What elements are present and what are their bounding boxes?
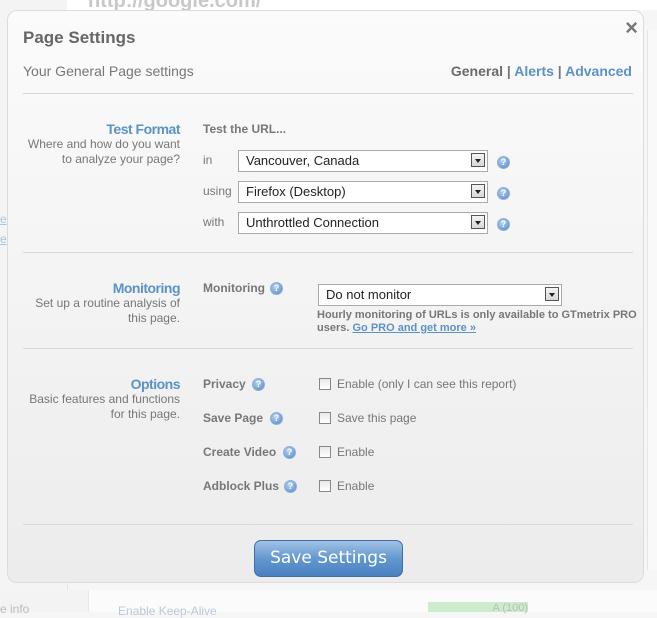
help-icon[interactable]: ? [497, 187, 510, 200]
monitoring-header: Monitoring Set up a routine analysis of … [20, 280, 180, 326]
chevron-down-icon[interactable] [545, 287, 559, 301]
help-icon[interactable]: ? [252, 378, 265, 391]
create-video-label: Create Video [203, 445, 277, 459]
monitoring-select[interactable]: Do not monitor [318, 284, 562, 306]
help-icon[interactable]: ? [497, 156, 510, 169]
modal-title: Page Settings [23, 28, 136, 47]
tab-advanced[interactable]: Advanced [565, 63, 632, 79]
connection-value: Unthrottled Connection [246, 215, 379, 230]
options-desc: Basic features and functions for this pa… [29, 392, 180, 421]
adblock-checkbox-label[interactable]: Enable [337, 479, 374, 493]
go-pro-link[interactable]: Go PRO and get more » [352, 322, 475, 334]
monitoring-label: Monitoring [203, 281, 265, 295]
options-title: Options [130, 376, 181, 392]
monitoring-value: Do not monitor [326, 287, 412, 302]
background-link: e [0, 232, 7, 246]
monitoring-desc: Set up a routine analysis of this page. [35, 296, 180, 325]
background-link: e [0, 212, 7, 226]
tab-separator: | [557, 63, 562, 79]
background-results-table: e info Enable Keep-Alive A (100) [0, 590, 657, 618]
privacy-checkbox-label[interactable]: Enable (only I can see this report) [337, 377, 516, 391]
page-settings-modal: × Page Settings Your General Page settin… [7, 10, 644, 583]
location-select[interactable]: Vancouver, Canada [238, 150, 488, 172]
chevron-down-icon[interactable] [471, 215, 485, 229]
tab-separator: | [506, 63, 511, 79]
background-grade: A (100) [428, 602, 528, 614]
chevron-down-icon[interactable] [471, 153, 485, 167]
help-icon[interactable]: ? [270, 282, 283, 295]
monitoring-title: Monitoring [112, 280, 181, 296]
save-page-checkbox-label[interactable]: Save this page [337, 411, 416, 425]
location-label: in [203, 153, 213, 167]
divider [23, 524, 633, 525]
background-info-text: e info [0, 602, 30, 616]
help-icon[interactable]: ? [497, 218, 510, 231]
save-page-checkbox[interactable] [319, 412, 331, 424]
save-page-label: Save Page [203, 411, 264, 425]
help-icon[interactable]: ? [283, 446, 296, 459]
divider [23, 348, 633, 349]
help-icon[interactable]: ? [270, 412, 283, 425]
close-icon[interactable]: × [625, 17, 638, 39]
privacy-label: Privacy [203, 377, 246, 391]
browser-label: using [203, 184, 232, 198]
divider [23, 252, 633, 253]
test-format-title: Test Format [106, 121, 180, 137]
browser-value: Firefox (Desktop) [246, 184, 346, 199]
privacy-checkbox[interactable] [319, 378, 331, 390]
modal-subtitle: Your General Page settings [23, 63, 194, 79]
background-right-column [647, 30, 657, 570]
save-settings-button[interactable]: Save Settings [254, 540, 403, 577]
chevron-down-icon[interactable] [471, 184, 485, 198]
create-video-checkbox-label[interactable]: Enable [337, 445, 374, 459]
connection-label: with [203, 215, 225, 229]
browser-select[interactable]: Firefox (Desktop) [238, 181, 488, 203]
location-value: Vancouver, Canada [246, 153, 360, 168]
adblock-checkbox[interactable] [319, 480, 331, 492]
monitoring-note: Hourly monitoring of URLs is only availa… [317, 309, 637, 335]
tab-general[interactable]: General [451, 63, 503, 79]
help-icon[interactable]: ? [284, 480, 297, 493]
settings-tabs: General | Alerts | Advanced [451, 63, 632, 79]
options-header: Options Basic features and functions for… [20, 376, 180, 422]
test-format-header: Test Format Where and how do you want to… [20, 121, 181, 167]
test-url-heading: Test the URL... [203, 122, 287, 136]
connection-select[interactable]: Unthrottled Connection [238, 212, 488, 234]
create-video-checkbox[interactable] [319, 446, 331, 458]
test-format-desc: Where and how do you want to analyze you… [27, 137, 180, 166]
adblock-label: Adblock Plus [203, 479, 280, 493]
tab-alerts[interactable]: Alerts [514, 63, 554, 79]
background-row-text: Enable Keep-Alive [118, 604, 217, 618]
divider [23, 93, 633, 94]
